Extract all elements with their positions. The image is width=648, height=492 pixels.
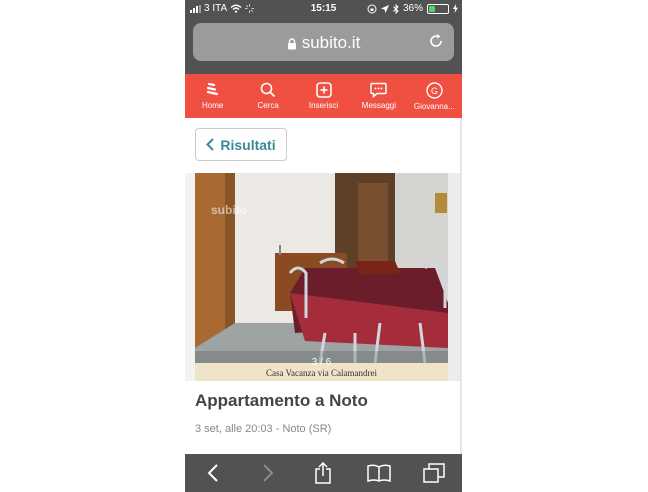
domain-label: subito.it xyxy=(301,33,361,52)
tabs-button[interactable] xyxy=(414,454,454,492)
nav-insert[interactable]: Inserisci xyxy=(296,74,351,118)
address-domain: subito.it xyxy=(193,33,454,53)
chevron-left-icon xyxy=(206,138,215,151)
tabs-icon xyxy=(423,463,445,483)
browser-chrome: subito.it xyxy=(185,18,462,74)
nav-label: Giovanna... xyxy=(413,101,455,111)
home-icon xyxy=(206,82,218,96)
chevron-left-icon xyxy=(207,464,218,482)
listing-meta: 3 set, alle 20:03 - Noto (SR) xyxy=(195,423,332,435)
back-label: Risultati xyxy=(220,136,276,153)
battery-icon xyxy=(427,3,449,14)
phone-screen: 3 ITA 15:15 36% subito.it Home Cerca Ins… xyxy=(185,0,462,492)
listing-title: Appartamento a Noto xyxy=(195,391,368,410)
share-button[interactable] xyxy=(303,454,343,492)
photo-caption: Casa Vacanza via Calamandrei xyxy=(265,368,378,378)
reload-icon[interactable] xyxy=(428,33,444,49)
photo-watermark: subito xyxy=(211,203,247,217)
photo-gallery[interactable]: subito 3 / 6 Casa Vacanza via Calamandre… xyxy=(185,173,462,381)
back-to-results-button[interactable]: Risultati xyxy=(195,128,287,161)
status-bar: 3 ITA 15:15 36% xyxy=(185,0,462,18)
status-right: 36% xyxy=(367,3,458,14)
lock-icon xyxy=(287,37,296,50)
nav-label: Inserisci xyxy=(308,101,339,110)
nav-search[interactable]: Cerca xyxy=(240,74,295,118)
nav-profile[interactable]: G Giovanna... xyxy=(407,74,462,118)
nav-home[interactable]: Home xyxy=(185,74,240,118)
avatar-icon: G xyxy=(426,81,443,99)
search-icon xyxy=(260,82,276,98)
share-icon xyxy=(315,462,332,484)
address-bar[interactable]: subito.it xyxy=(193,23,454,61)
chevron-right-icon xyxy=(263,464,274,482)
nav-label: Cerca xyxy=(257,101,279,110)
charging-icon xyxy=(453,4,458,13)
main-nav: Home Cerca Inserisci Messaggi G Giovanna… xyxy=(185,74,462,118)
photo-counter: 3 / 6 xyxy=(311,357,332,368)
avatar-letter: G xyxy=(431,85,438,95)
bookmarks-button[interactable] xyxy=(359,454,399,492)
browser-toolbar xyxy=(185,454,462,492)
page-edge-shadow xyxy=(460,118,462,454)
battery-percent: 36% xyxy=(402,3,423,14)
book-icon xyxy=(367,464,391,482)
location-icon xyxy=(380,4,389,13)
battery-fill xyxy=(429,5,435,12)
bluetooth-icon xyxy=(393,3,399,14)
nav-messages[interactable]: Messaggi xyxy=(351,74,406,118)
nav-label: Messaggi xyxy=(361,101,397,110)
nav-label: Home xyxy=(202,101,224,110)
browser-back-button[interactable] xyxy=(193,454,233,492)
message-icon xyxy=(370,82,388,98)
browser-forward-button[interactable] xyxy=(248,454,288,492)
plus-square-icon xyxy=(315,82,332,98)
lock-rotation-icon xyxy=(367,4,377,13)
listing-photo[interactable]: subito 3 / 6 Casa Vacanza via Calamandre… xyxy=(195,173,448,381)
